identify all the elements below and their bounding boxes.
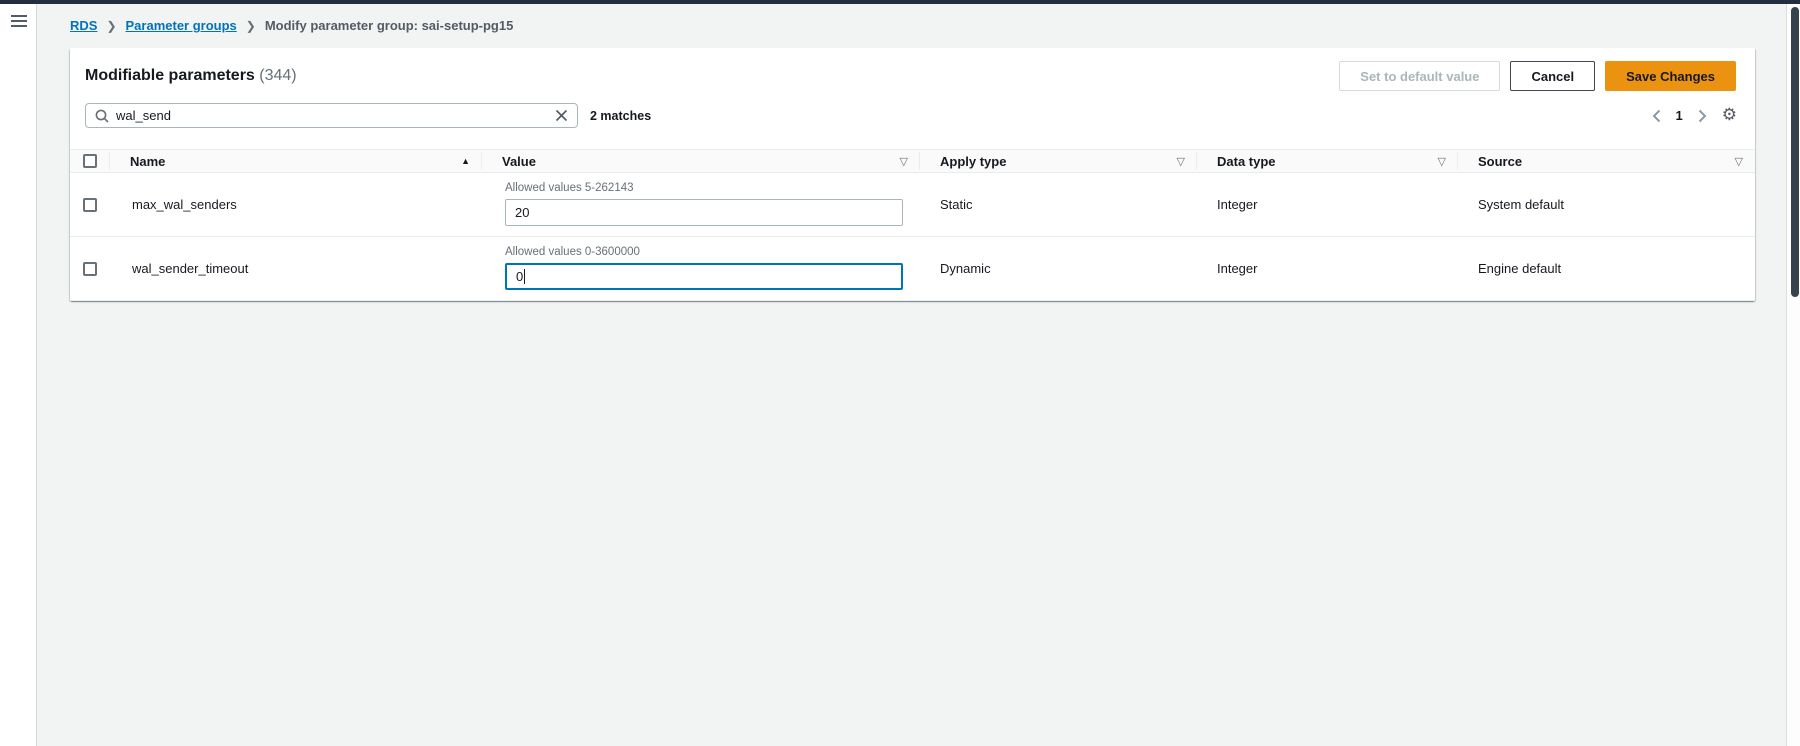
- search-input[interactable]: wal_send: [85, 103, 578, 128]
- page-scrollbar[interactable]: [1786, 4, 1800, 746]
- value-input[interactable]: 20: [505, 199, 903, 226]
- parameter-name: wal_sender_timeout: [132, 261, 248, 276]
- row-checkbox-cell: [70, 237, 110, 300]
- column-label: Apply type: [940, 154, 1006, 169]
- previous-page-icon[interactable]: [1652, 109, 1661, 123]
- breadcrumb-parameter-groups-link[interactable]: Parameter groups: [126, 18, 237, 33]
- data-type-cell: Integer: [1197, 173, 1458, 236]
- allowed-values-hint: Allowed values 5-262143: [505, 182, 634, 194]
- search-icon: [95, 109, 109, 123]
- row-checkbox-cell: [70, 173, 110, 236]
- allowed-values-hint: Allowed values 0-3600000: [505, 246, 640, 258]
- main-content: RDS ❯ Parameter groups ❯ Modify paramete…: [37, 4, 1786, 746]
- clear-search-icon[interactable]: [555, 109, 568, 122]
- column-label: Data type: [1217, 154, 1276, 169]
- table-header-row: Name ▲ Value ▽ Apply type ▽ Data type ▽: [70, 149, 1755, 173]
- column-header-source[interactable]: Source ▽: [1458, 150, 1755, 172]
- data-type-value: Integer: [1217, 197, 1257, 212]
- parameters-table: Name ▲ Value ▽ Apply type ▽ Data type ▽: [70, 149, 1755, 301]
- action-buttons: Set to default value Cancel Save Changes: [1339, 61, 1736, 91]
- modifiable-parameters-panel: Modifiable parameters (344) Set to defau…: [70, 48, 1755, 301]
- parameter-value-cell: Allowed values 0-3600000 0: [482, 237, 920, 300]
- column-label: Value: [502, 154, 536, 169]
- sort-toggle-icon[interactable]: ▽: [900, 155, 908, 168]
- sort-ascending-icon: ▲: [461, 156, 470, 166]
- column-header-data-type[interactable]: Data type ▽: [1197, 150, 1458, 172]
- cancel-button[interactable]: Cancel: [1510, 61, 1595, 91]
- panel-header: Modifiable parameters (344) Set to defau…: [70, 48, 1755, 91]
- header-checkbox-cell: [70, 150, 110, 172]
- column-header-name[interactable]: Name ▲: [110, 150, 482, 172]
- data-type-cell: Integer: [1197, 237, 1458, 300]
- parameter-name: max_wal_senders: [132, 197, 237, 212]
- filter-row: wal_send 2 matches 1 ⚙: [70, 103, 1755, 128]
- source-value: Engine default: [1478, 261, 1561, 276]
- apply-type-cell: Static: [920, 173, 1197, 236]
- parameter-count: (344): [259, 67, 296, 84]
- column-header-apply-type[interactable]: Apply type ▽: [920, 150, 1197, 172]
- column-label: Source: [1478, 154, 1522, 169]
- source-cell: Engine default: [1458, 237, 1755, 300]
- parameter-name-cell: wal_sender_timeout: [110, 237, 482, 300]
- column-label: Name: [130, 154, 165, 169]
- column-header-value[interactable]: Value ▽: [482, 150, 920, 172]
- save-changes-button[interactable]: Save Changes: [1605, 61, 1736, 91]
- sort-toggle-icon[interactable]: ▽: [1438, 155, 1446, 168]
- search-input-value: wal_send: [116, 108, 555, 123]
- data-type-value: Integer: [1217, 261, 1257, 276]
- hamburger-menu-icon[interactable]: [11, 15, 27, 28]
- select-all-checkbox[interactable]: [83, 154, 97, 168]
- settings-gear-icon[interactable]: ⚙: [1722, 107, 1737, 124]
- table-row-wal-sender-timeout: wal_sender_timeout Allowed values 0-3600…: [70, 237, 1755, 301]
- row-checkbox[interactable]: [83, 198, 97, 212]
- chevron-right-icon: ❯: [246, 19, 256, 33]
- row-checkbox[interactable]: [83, 262, 97, 276]
- breadcrumb: RDS ❯ Parameter groups ❯ Modify paramete…: [70, 18, 513, 33]
- value-input-text: 20: [515, 205, 529, 220]
- match-count-label: 2 matches: [590, 109, 651, 123]
- sort-toggle-icon[interactable]: ▽: [1735, 155, 1743, 168]
- value-input-text: 0: [516, 269, 523, 284]
- top-nav-strip: [0, 0, 1800, 4]
- value-input-focused[interactable]: 0: [505, 263, 903, 290]
- pagination: 1 ⚙: [1652, 107, 1737, 124]
- breadcrumb-rds-link[interactable]: RDS: [70, 18, 97, 33]
- source-cell: System default: [1458, 173, 1755, 236]
- sort-toggle-icon[interactable]: ▽: [1177, 155, 1185, 168]
- apply-type-value: Dynamic: [940, 261, 991, 276]
- text-cursor: [524, 269, 525, 284]
- panel-title-group: Modifiable parameters (344): [85, 67, 297, 85]
- current-page-number[interactable]: 1: [1676, 108, 1683, 123]
- parameter-name-cell: max_wal_senders: [110, 173, 482, 236]
- collapsed-sidebar: [0, 4, 37, 746]
- source-value: System default: [1478, 197, 1564, 212]
- set-to-default-button[interactable]: Set to default value: [1339, 61, 1500, 91]
- apply-type-value: Static: [940, 197, 973, 212]
- table-row-max-wal-senders: max_wal_senders Allowed values 5-262143 …: [70, 173, 1755, 237]
- page-title: Modifiable parameters: [85, 67, 255, 84]
- chevron-right-icon: ❯: [106, 19, 116, 33]
- next-page-icon[interactable]: [1698, 109, 1707, 123]
- apply-type-cell: Dynamic: [920, 237, 1197, 300]
- breadcrumb-current-page: Modify parameter group: sai-setup-pg15: [265, 18, 513, 33]
- scrollbar-thumb[interactable]: [1791, 7, 1799, 297]
- parameter-value-cell: Allowed values 5-262143 20: [482, 173, 920, 236]
